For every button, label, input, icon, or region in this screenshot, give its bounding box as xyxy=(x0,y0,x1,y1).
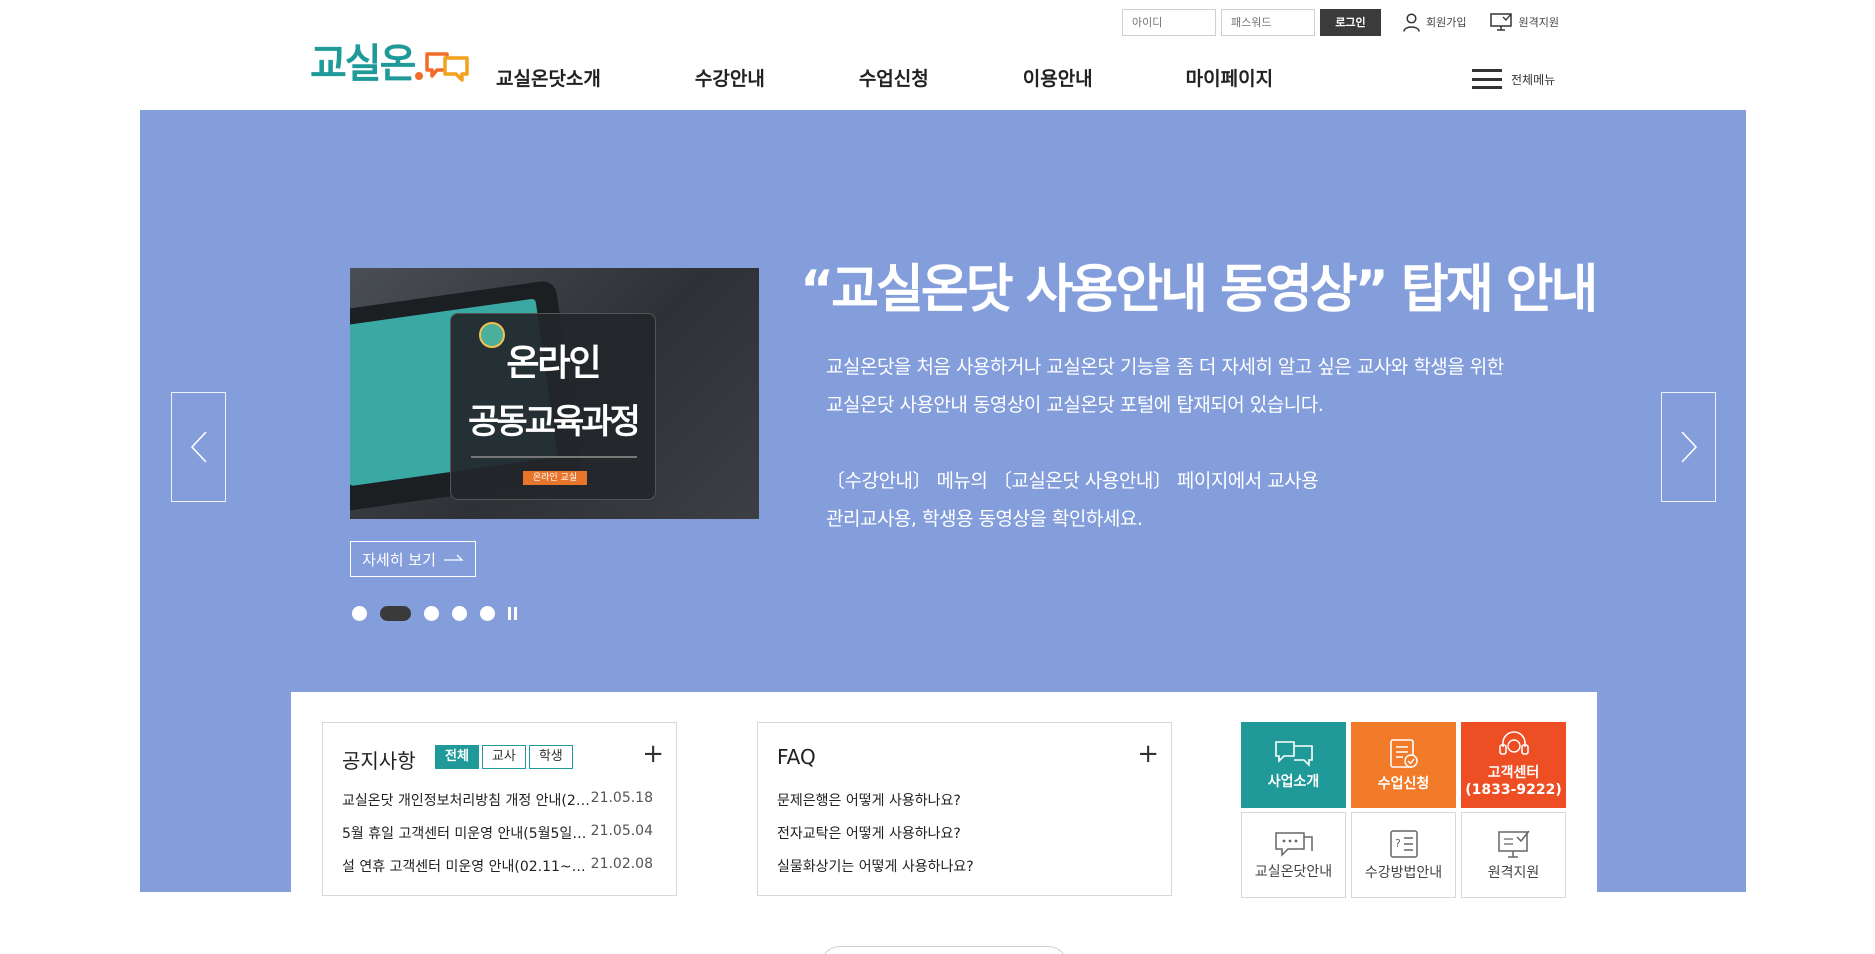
hero-more-label: 자세히 보기 xyxy=(362,550,436,569)
faq-list: 문제은행은 어떻게 사용하나요? 전자교탁은 어떻게 사용하나요? 실물화상기는… xyxy=(777,790,974,889)
notice-box: 공지사항 전체 교사 학생 + 교실온닷 개인정보처리방침 개정 안내(20 21… xyxy=(322,722,677,896)
quick-about-button[interactable]: 사업소개 xyxy=(1241,722,1346,808)
quick-remote-support-button[interactable]: 원격지원 xyxy=(1461,812,1566,898)
quick-customer-center-label: 고객센터 (1833-9222) xyxy=(1465,765,1562,799)
login-password-input[interactable] xyxy=(1221,8,1315,36)
nav-mypage[interactable]: 마이페이지 xyxy=(1186,64,1273,91)
notice-item[interactable]: 교실온닷 개인정보처리방침 개정 안내(2021.05.13) 21.05.18 xyxy=(342,790,653,823)
remote-support-link[interactable]: 원격지원 xyxy=(1490,13,1559,31)
quick-course-method-button[interactable]: ? 수강방법안내 xyxy=(1351,812,1456,898)
notice-item-date: 21.02.08 xyxy=(590,856,653,872)
monitor-icon xyxy=(1490,13,1513,31)
notice-item[interactable]: 5월 휴일 고객센터 미운영 안내(5월5일(수), 5월19일(수)) 21.… xyxy=(342,823,653,856)
notice-tabs: 전체 교사 학생 xyxy=(435,745,576,769)
nav-about[interactable]: 교실온닷소개 xyxy=(496,64,601,91)
signup-label: 회원가입 xyxy=(1426,16,1467,29)
notice-item[interactable]: 설 연휴 고객센터 미운영 안내(02.11~02.14) 21.02.08 xyxy=(342,856,653,889)
tab-student[interactable]: 학생 xyxy=(528,745,573,769)
slide-pagination xyxy=(352,606,520,621)
headset-icon xyxy=(1498,731,1529,755)
chevron-right-icon xyxy=(1680,431,1697,463)
bottom-pill-tab[interactable] xyxy=(820,946,1068,954)
slide-dot-4[interactable] xyxy=(452,606,467,621)
nav-course-guide[interactable]: 수강안내 xyxy=(695,64,765,91)
quick-apply-button[interactable]: 수업신청 xyxy=(1351,722,1456,808)
slide-next-button[interactable] xyxy=(1661,392,1716,502)
notice-title: 공지사항 xyxy=(342,749,416,773)
hero-more-button[interactable]: 자세히 보기 xyxy=(350,541,476,577)
faq-item[interactable]: 문제은행은 어떻게 사용하나요? xyxy=(777,790,974,823)
notice-item-date: 21.05.18 xyxy=(590,790,653,806)
signup-link[interactable]: 회원가입 xyxy=(1403,12,1467,32)
slide-thumbnail[interactable]: 온라인 공동교육과정 온라인 교실 xyxy=(350,268,759,519)
customer-center-phone: (1833-9222) xyxy=(1465,782,1562,798)
quick-customer-center-button[interactable]: 고객센터 (1833-9222) xyxy=(1461,722,1566,808)
faq-more-plus-icon[interactable]: + xyxy=(1137,741,1159,767)
logo-speech-bubbles-icon xyxy=(425,52,470,82)
notice-item-title: 5월 휴일 고객센터 미운영 안내(5월5일(수), 5월19일(수)) xyxy=(342,826,591,842)
customer-center-name: 고객센터 xyxy=(1487,765,1540,781)
quick-course-method-label: 수강방법안내 xyxy=(1364,864,1443,881)
monitor-check-icon xyxy=(1497,830,1530,858)
user-icon xyxy=(1403,12,1420,32)
arrow-right-icon xyxy=(443,554,464,561)
question-list-icon: ? xyxy=(1389,829,1418,858)
notice-more-plus-icon[interactable]: + xyxy=(642,741,664,767)
notice-item-date: 21.05.04 xyxy=(590,823,653,839)
notice-item-title: 교실온닷 개인정보처리방침 개정 안내(2021.05.13) xyxy=(342,793,591,809)
slide-dot-1[interactable] xyxy=(352,606,367,621)
hero-desc-line4: 관리교사용, 학생용 동영상을 확인하세요. xyxy=(826,508,1143,530)
quick-intro-guide-button[interactable]: 교실온닷안내 xyxy=(1241,812,1346,898)
login-id-input[interactable] xyxy=(1122,8,1216,36)
slide-dot-5[interactable] xyxy=(480,606,495,621)
hamburger-icon xyxy=(1472,69,1502,89)
hero-title: “교실온닷 사용안내 동영상” 탑재 안내 xyxy=(800,260,1598,320)
document-check-icon xyxy=(1389,738,1418,768)
slide-dot-2[interactable] xyxy=(380,606,411,621)
chevron-left-icon xyxy=(190,431,207,463)
tab-teacher[interactable]: 교사 xyxy=(481,745,526,769)
notice-list: 교실온닷 개인정보처리방침 개정 안내(2021.05.13) 21.05.18… xyxy=(342,790,653,889)
logo-text: 교실온 xyxy=(310,41,416,87)
all-menu-label: 전체메뉴 xyxy=(1511,72,1556,87)
speech-bubble-icon xyxy=(1274,831,1313,857)
remote-support-label: 원격지원 xyxy=(1518,16,1559,29)
quick-apply-label: 수업신청 xyxy=(1377,775,1430,792)
logo-dot xyxy=(415,72,424,80)
thumbnail-line1: 온라인 xyxy=(506,343,601,384)
thumbnail-line2: 공동교육과정 xyxy=(468,402,641,442)
quick-remote-support-label: 원격지원 xyxy=(1487,864,1540,881)
quick-intro-guide-label: 교실온닷안내 xyxy=(1254,863,1333,880)
hero-desc-line3: 〔수강안내〕 메뉴의 〔교실온닷 사용안내〕 페이지에서 교사용 xyxy=(826,470,1319,492)
board-panel: 공지사항 전체 교사 학생 + 교실온닷 개인정보처리방침 개정 안내(20 21… xyxy=(291,692,1597,954)
hero-desc-line2: 교실온닷 사용안내 동영상이 교실온닷 포털에 탑재되어 있습니다. xyxy=(826,394,1324,416)
thumbnail-tag: 온라인 교실 xyxy=(523,471,587,485)
hero-desc-line1: 교실온닷을 처음 사용하거나 교실온닷 기능을 좀 더 자세히 알고 싶은 교사… xyxy=(826,356,1504,378)
nav-usage-guide[interactable]: 이용안내 xyxy=(1023,64,1093,91)
nav-class-apply[interactable]: 수업신청 xyxy=(859,64,929,91)
tab-all[interactable]: 전체 xyxy=(435,745,479,769)
thumbnail-card: 온라인 공동교육과정 온라인 교실 xyxy=(450,313,656,500)
faq-item[interactable]: 전자교탁은 어떻게 사용하나요? xyxy=(777,823,974,856)
main-navigation: 교실온닷소개 수강안내 수업신청 이용안내 마이페이지 xyxy=(496,64,1273,91)
login-button[interactable]: 로그인 xyxy=(1320,8,1381,36)
site-logo[interactable]: 교실온 xyxy=(310,41,470,87)
slide-dot-3[interactable] xyxy=(424,606,439,621)
pause-icon[interactable] xyxy=(508,607,520,620)
chat-bubbles-icon xyxy=(1274,740,1313,767)
notice-item-title: 설 연휴 고객센터 미운영 안내(02.11~02.14) xyxy=(342,859,591,875)
faq-title: FAQ xyxy=(777,745,816,769)
quick-about-label: 사업소개 xyxy=(1267,773,1320,790)
faq-item[interactable]: 실물화상기는 어떻게 사용하나요? xyxy=(777,856,974,889)
slide-prev-button[interactable] xyxy=(171,392,226,502)
all-menu-button[interactable]: 전체메뉴 xyxy=(1472,69,1555,89)
thumbnail-divider xyxy=(471,456,637,458)
svg-text:?: ? xyxy=(1395,837,1401,850)
faq-box: FAQ + 문제은행은 어떻게 사용하나요? 전자교탁은 어떻게 사용하나요? … xyxy=(757,722,1172,896)
top-utility-bar: 로그인 회원가입 원격지원 xyxy=(1122,8,1583,36)
